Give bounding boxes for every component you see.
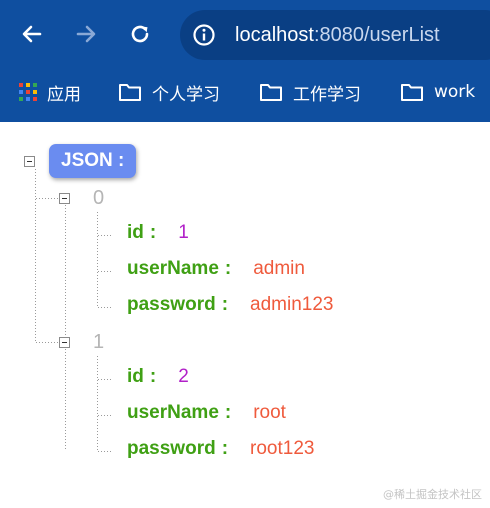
- bookmark-folder-work[interactable]: work: [400, 78, 475, 106]
- field-value-string: root: [253, 402, 286, 423]
- field-row-password: password: admin123: [127, 294, 333, 320]
- bookmark-folder-personal-study[interactable]: 个人学习: [118, 78, 220, 106]
- bookmark-folder-work-study[interactable]: 工作学习: [259, 78, 361, 106]
- url-text[interactable]: localhost:8080/userList: [235, 23, 440, 47]
- field-colon: :: [224, 402, 232, 423]
- bookmark-label: 应用: [47, 84, 81, 105]
- json-root-label: JSON :: [49, 144, 137, 178]
- folder-icon: [401, 84, 423, 101]
- url-host: localhost: [235, 24, 314, 46]
- bookmark-label: 个人学习: [152, 84, 220, 105]
- array-index-1: 1: [93, 331, 105, 353]
- watermark: @稀土掘金技术社区: [383, 488, 482, 501]
- field-value-number: 1: [178, 222, 189, 243]
- field-row-id: id:2: [127, 366, 189, 392]
- field-key: userName: [127, 402, 219, 423]
- field-key: userName: [127, 258, 219, 279]
- field-key: id: [127, 366, 144, 387]
- field-value-string: root123: [250, 438, 315, 459]
- field-key: password: [127, 294, 216, 315]
- field-colon: :: [149, 222, 157, 243]
- url-path: :8080/userList: [313, 24, 440, 46]
- reload-icon: [131, 25, 149, 43]
- bookmarks-bar: 应用 个人学习 工作学习 work: [0, 72, 490, 112]
- json-viewer: JSON : 0 id:1 userName: admin password: ad…: [0, 122, 490, 508]
- field-colon: :: [221, 438, 229, 459]
- bookmark-label: 工作学习: [293, 84, 361, 105]
- collapse-item-1-toggle[interactable]: [59, 337, 70, 348]
- field-row-username: userName: root: [127, 402, 286, 428]
- folder-icon: [260, 84, 282, 101]
- reload-button[interactable]: [123, 17, 157, 51]
- field-colon: :: [221, 294, 229, 315]
- field-value-string: admin: [253, 258, 305, 279]
- field-row-username: userName: admin: [127, 258, 305, 284]
- browser-toolbar: localhost:8080/userList 应用 个人学习 工作学习 wor…: [0, 0, 490, 122]
- collapse-item-0-toggle[interactable]: [59, 193, 70, 204]
- field-colon: :: [149, 366, 157, 387]
- field-colon: :: [224, 258, 232, 279]
- forward-arrow-icon: [76, 25, 96, 43]
- forward-button[interactable]: [69, 17, 103, 51]
- bookmark-apps[interactable]: 应用: [19, 78, 81, 106]
- field-value-string: admin123: [250, 294, 334, 315]
- array-index-0: 0: [93, 187, 105, 209]
- field-row-id: id:1: [127, 222, 189, 248]
- back-arrow-icon: [22, 25, 42, 43]
- site-info-icon[interactable]: [192, 23, 216, 47]
- field-value-number: 2: [178, 366, 189, 387]
- field-key: id: [127, 222, 144, 243]
- bookmark-label: work: [434, 82, 476, 102]
- folder-icon: [119, 84, 141, 101]
- collapse-root-toggle[interactable]: [24, 156, 35, 167]
- field-row-password: password: root123: [127, 438, 314, 464]
- field-key: password: [127, 438, 216, 459]
- apps-grid-icon: [19, 83, 37, 101]
- back-button[interactable]: [15, 17, 49, 51]
- address-bar[interactable]: localhost:8080/userList: [180, 10, 490, 60]
